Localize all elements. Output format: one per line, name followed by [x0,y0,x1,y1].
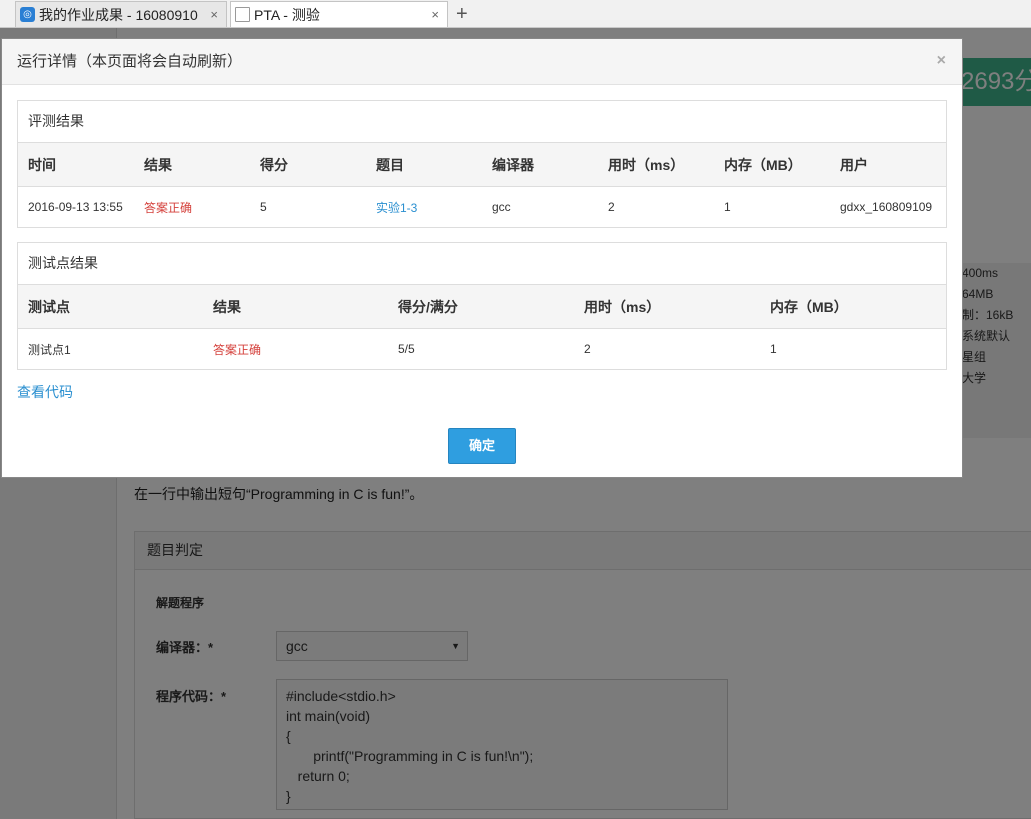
table-header-row: 测试点 结果 得分/满分 用时（ms） 内存（MB） [18,285,946,329]
tab-title: 我的作业成果 - 16080910 [39,6,198,23]
result-status: 答案正确 [144,200,193,215]
close-icon[interactable]: × [937,52,946,70]
confirm-button[interactable]: 确定 [448,428,516,464]
table-header-row: 时间 结果 得分 题目 编译器 用时（ms） 内存（MB） 用户 [18,143,946,187]
submit-time: 2016-09-13 13:55 [28,200,123,214]
time-value: 2 [608,200,615,214]
eval-result-table: 时间 结果 得分 题目 编译器 用时（ms） 内存（MB） 用户 2016-09… [18,143,946,227]
result-status: 答案正确 [213,342,262,357]
tab-close-icon[interactable]: × [210,7,218,22]
panel-title: 测试点结果 [18,243,946,285]
testcase-result-table: 测试点 结果 得分/满分 用时（ms） 内存（MB） 测试点1 答案正确 5/5… [18,285,946,369]
new-tab-icon[interactable]: + [456,2,468,26]
column-header: 编译器 [482,143,598,187]
panel-title: 评测结果 [18,101,946,143]
column-header: 用时（ms） [598,143,714,187]
tab-close-icon[interactable]: × [431,7,439,22]
user-value: gdxx_160809109 [840,200,933,214]
table-row: 2016-09-13 13:55 答案正确 5 实验1-3 gcc 2 1 gd… [18,187,946,228]
memory-value: 1 [770,342,777,356]
column-header: 得分/满分 [388,285,574,329]
column-header: 结果 [134,143,250,187]
column-header: 题目 [366,143,482,187]
score-value: 5 [260,200,267,214]
eval-result-panel: 评测结果 时间 结果 得分 题目 编译器 用时（ms） 内存（MB） 用户 20… [17,100,947,228]
modal-header: 运行详情（本页面将会自动刷新） × [2,39,962,85]
table-row: 测试点1 答案正确 5/5 2 1 [18,329,946,370]
testcase-result-panel: 测试点结果 测试点 结果 得分/满分 用时（ms） 内存（MB） 测试点1 答案… [17,242,947,370]
score-value: 5/5 [398,342,415,356]
time-value: 2 [584,342,591,356]
column-header: 时间 [18,143,134,187]
browser-tab-homework[interactable]: ◎ 我的作业成果 - 16080910 × [15,1,227,27]
memory-value: 1 [724,200,731,214]
modal-title: 运行详情（本页面将会自动刷新） [17,53,243,70]
column-header: 用户 [830,143,946,187]
run-details-modal: 运行详情（本页面将会自动刷新） × 评测结果 时间 结果 得分 题目 编译器 用… [1,38,963,478]
browser-tab-pta[interactable]: PTA - 测验 × [230,1,448,27]
column-header: 得分 [250,143,366,187]
column-header: 内存（MB） [714,143,830,187]
browser-tab-bar: ◎ 我的作业成果 - 16080910 × PTA - 测验 × + [0,0,1031,28]
column-header: 结果 [203,285,388,329]
view-code-link[interactable]: 查看代码 [17,382,73,402]
page-favicon-icon [235,7,250,22]
compiler-value: gcc [492,200,511,214]
testcase-name: 测试点1 [28,342,71,357]
column-header: 测试点 [18,285,203,329]
problem-link[interactable]: 实验1-3 [366,187,482,228]
site-favicon-icon: ◎ [20,7,35,22]
column-header: 用时（ms） [574,285,760,329]
column-header: 内存（MB） [760,285,946,329]
tab-title: PTA - 测验 [254,6,320,23]
